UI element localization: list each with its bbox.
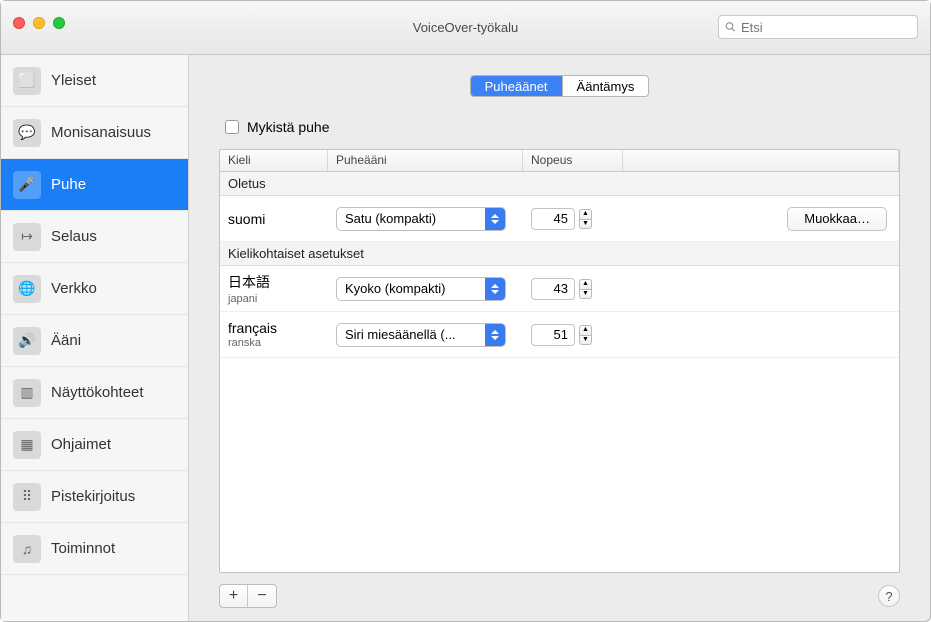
voices-table: Kieli Puheääni Nopeus Oletus suomi Satu … xyxy=(219,149,900,573)
tab-voices[interactable]: Puheäänet xyxy=(471,76,563,96)
window-body: ⬜ Yleiset 💬 Monisanaisuus 🎤 Puhe ↦ Selau… xyxy=(1,55,930,621)
language-cell: suomi xyxy=(228,211,336,227)
rate-cell: ▲▼ xyxy=(531,208,631,230)
search-icon xyxy=(725,21,736,33)
microphone-icon: 🎤 xyxy=(13,171,41,199)
sidebar-item-navigation[interactable]: ↦ Selaus xyxy=(1,211,188,263)
voice-popup[interactable]: Satu (kompakti) xyxy=(336,207,506,231)
section-per-language: Kielikohtaiset asetukset xyxy=(220,242,899,266)
table-header: Kieli Puheääni Nopeus xyxy=(220,150,899,172)
table-footer: + − ? xyxy=(219,583,900,609)
table-row[interactable]: suomi Satu (kompakti) ▲▼ Muokkaa… xyxy=(220,196,899,242)
voice-popup[interactable]: Kyoko (kompakti) xyxy=(336,277,506,301)
sidebar-item-sound[interactable]: 🔊 Ääni xyxy=(1,315,188,367)
tab-segmented-control: Puheäänet Ääntämys xyxy=(470,75,650,97)
rate-input[interactable] xyxy=(531,208,575,230)
navigation-icon: ↦ xyxy=(13,223,41,251)
sidebar-item-label: Ääni xyxy=(51,332,81,349)
sidebar-item-braille[interactable]: ⠿ Pistekirjoitus xyxy=(1,471,188,523)
chevron-updown-icon xyxy=(485,278,505,300)
column-rate[interactable]: Nopeus xyxy=(523,150,623,171)
grid-icon: ▦ xyxy=(13,431,41,459)
main-panel: Puheäänet Ääntämys Mykistä puhe Kieli Pu… xyxy=(189,55,930,621)
rate-input[interactable] xyxy=(531,324,575,346)
voice-value: Satu (kompakti) xyxy=(345,211,485,226)
rate-stepper[interactable]: ▲▼ xyxy=(579,209,592,229)
rate-stepper[interactable]: ▲▼ xyxy=(579,279,592,299)
column-language[interactable]: Kieli xyxy=(220,150,328,171)
sidebar-item-activities[interactable]: ♫ Toiminnot xyxy=(1,523,188,575)
voice-value: Kyoko (kompakti) xyxy=(345,281,485,296)
rate-cell: ▲▼ xyxy=(531,278,631,300)
mute-speech-label: Mykistä puhe xyxy=(247,119,329,135)
search-input[interactable] xyxy=(741,20,911,35)
close-button[interactable] xyxy=(13,17,25,29)
voice-popup[interactable]: Siri miesäänellä (... xyxy=(336,323,506,347)
tab-pronunciation[interactable]: Ääntämys xyxy=(563,76,649,96)
sidebar-item-label: Ohjaimet xyxy=(51,436,111,453)
rate-cell: ▲▼ xyxy=(531,324,631,346)
modify-button[interactable]: Muokkaa… xyxy=(787,207,887,231)
column-actions xyxy=(623,150,899,171)
column-voice[interactable]: Puheääni xyxy=(328,150,523,171)
activities-icon: ♫ xyxy=(13,535,41,563)
table-empty-area xyxy=(220,358,899,572)
globe-icon: 🌐 xyxy=(13,275,41,303)
window-controls xyxy=(13,17,65,29)
table-row[interactable]: français ranska Siri miesäänellä (... ▲▼ xyxy=(220,312,899,358)
search-field[interactable] xyxy=(718,15,918,39)
display-icon: ▥ xyxy=(13,379,41,407)
language-sub: japani xyxy=(228,293,336,305)
sidebar-item-label: Selaus xyxy=(51,228,97,245)
sidebar-item-label: Puhe xyxy=(51,176,86,193)
remove-button[interactable]: − xyxy=(248,585,276,607)
sidebar-item-visuals[interactable]: ▥ Näyttökohteet xyxy=(1,367,188,419)
language-cell: français ranska xyxy=(228,320,336,349)
add-remove-control: + − xyxy=(219,584,277,608)
language-sub: ranska xyxy=(228,337,336,349)
sidebar-item-label: Monisanaisuus xyxy=(51,124,151,141)
sidebar-item-verbosity[interactable]: 💬 Monisanaisuus xyxy=(1,107,188,159)
verbosity-icon: 💬 xyxy=(13,119,41,147)
add-button[interactable]: + xyxy=(220,585,248,607)
mute-speech-checkbox[interactable] xyxy=(225,120,239,134)
braille-icon: ⠿ xyxy=(13,483,41,511)
sidebar-item-label: Verkko xyxy=(51,280,97,297)
chevron-updown-icon xyxy=(485,208,505,230)
sidebar: ⬜ Yleiset 💬 Monisanaisuus 🎤 Puhe ↦ Selau… xyxy=(1,55,189,621)
language-cell: 日本語 japani xyxy=(228,272,336,305)
rate-stepper[interactable]: ▲▼ xyxy=(579,325,592,345)
sidebar-item-speech[interactable]: 🎤 Puhe xyxy=(1,159,188,211)
sidebar-item-general[interactable]: ⬜ Yleiset xyxy=(1,55,188,107)
voice-value: Siri miesäänellä (... xyxy=(345,327,485,342)
voiceover-utility-window: VoiceOver-työkalu ⬜ Yleiset 💬 Monisanais… xyxy=(0,0,931,622)
zoom-button[interactable] xyxy=(53,17,65,29)
sidebar-item-web[interactable]: 🌐 Verkko xyxy=(1,263,188,315)
general-icon: ⬜ xyxy=(13,67,41,95)
voice-cell: Kyoko (kompakti) xyxy=(336,277,531,301)
chevron-updown-icon xyxy=(485,324,505,346)
voice-cell: Siri miesäänellä (... xyxy=(336,323,531,347)
language-name: suomi xyxy=(228,211,336,227)
rate-input[interactable] xyxy=(531,278,575,300)
speaker-icon: 🔊 xyxy=(13,327,41,355)
help-button[interactable]: ? xyxy=(878,585,900,607)
sidebar-item-label: Toiminnot xyxy=(51,540,115,557)
mute-speech-row: Mykistä puhe xyxy=(225,119,900,135)
table-row[interactable]: 日本語 japani Kyoko (kompakti) ▲▼ xyxy=(220,266,899,312)
section-default: Oletus xyxy=(220,172,899,196)
sidebar-item-commanders[interactable]: ▦ Ohjaimet xyxy=(1,419,188,471)
titlebar: VoiceOver-työkalu xyxy=(1,1,930,55)
voice-cell: Satu (kompakti) xyxy=(336,207,531,231)
sidebar-item-label: Näyttökohteet xyxy=(51,384,144,401)
minimize-button[interactable] xyxy=(33,17,45,29)
sidebar-item-label: Yleiset xyxy=(51,72,96,89)
language-native: français xyxy=(228,320,336,336)
sidebar-item-label: Pistekirjoitus xyxy=(51,488,135,505)
language-native: 日本語 xyxy=(228,272,336,292)
